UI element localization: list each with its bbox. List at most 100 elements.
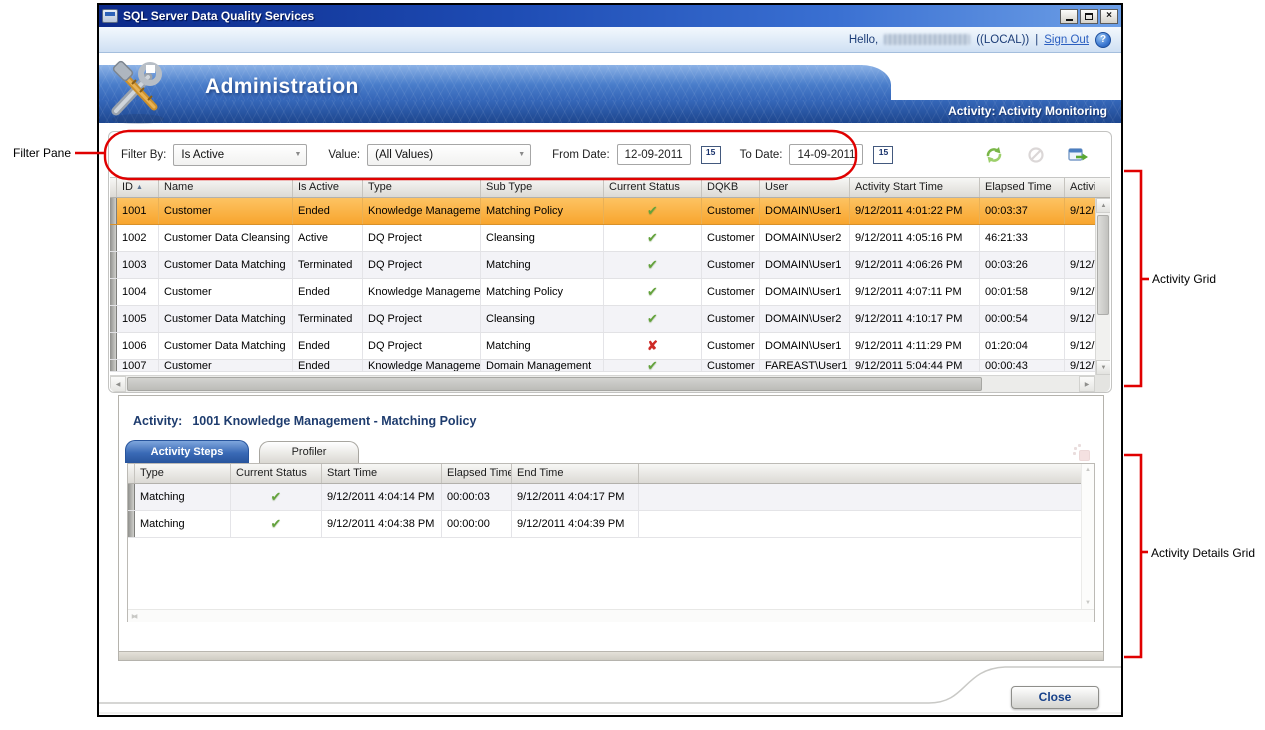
scroll-up-arrow-icon[interactable]: ▲ [1082,464,1094,476]
column-header-is-active[interactable]: Is Active [293,178,363,197]
column-header-user[interactable]: User [760,178,850,197]
tools-icon [102,57,174,134]
horizontal-scrollbar[interactable]: ◀ ▶ [110,375,1095,392]
column-header-elapsed-time[interactable]: Elapsed Time [442,464,512,483]
grid-cell: DOMAIN\User1 [760,198,850,224]
to-calendar-icon[interactable]: 15 [873,146,893,164]
grid-cell: ✔ [231,511,322,537]
scrollbar-thumb[interactable] [127,377,982,391]
column-header-activity[interactable]: Activity [1065,178,1095,197]
grid-cell: ✔ [604,225,702,251]
status-ok-icon: ✔ [647,203,658,219]
activity-grid: ID▲NameIs ActiveTypeSub TypeCurrent Stat… [110,177,1110,392]
grid-row-1007[interactable]: 1007CustomerEndedKnowledge ManagementDom… [110,360,1095,372]
grid-cell: 9/12/20 [1065,252,1095,278]
activity-toolbar [983,145,1099,165]
grid-cell: DQ Project [363,252,481,278]
column-header-activity-start-time[interactable]: Activity Start Time [850,178,980,197]
scroll-right-arrow-icon[interactable]: ▶ [128,610,140,622]
grid-cell: Knowledge Management [363,360,481,371]
restore-button[interactable] [1080,9,1098,24]
app-icon [102,9,118,23]
grid-cell: Matching Policy [481,198,604,224]
tab-activity-steps[interactable]: Activity Steps [125,440,249,463]
help-icon[interactable]: ? [1095,32,1111,48]
scroll-right-arrow-icon[interactable]: ▶ [1079,376,1095,392]
grid-cell: 9/12/2011 4:04:14 PM [322,484,442,510]
grid-row-0[interactable]: Matching✔9/12/2011 4:04:14 PM00:00:039/1… [128,484,1094,511]
details-vertical-scrollbar[interactable]: ▲ ▼ [1081,464,1094,609]
tab-profiler[interactable]: Profiler [259,441,359,463]
scrollbar-corner [1095,375,1110,392]
screenshot-canvas: Filter Pane Activity Grid Activity Detai… [0,0,1265,730]
grid-row-1002[interactable]: 1002Customer Data CleansingActiveDQ Proj… [110,225,1095,252]
scrollbar-thumb[interactable] [1097,215,1109,315]
grid-cell: 9/12/2011 4:11:29 PM [850,333,980,359]
column-header-elapsed-time[interactable]: Elapsed Time [980,178,1065,197]
row-indicator [110,225,117,251]
grid-row-1005[interactable]: 1005Customer Data MatchingTerminatedDQ P… [110,306,1095,333]
column-header-current-status[interactable]: Current Status [604,178,702,197]
grid-cell: 00:00:43 [980,360,1065,371]
scroll-down-arrow-icon[interactable]: ▼ [1082,597,1094,609]
grid-row-1[interactable]: Matching✔9/12/2011 4:04:38 PM00:00:009/1… [128,511,1094,538]
close-window-button[interactable]: × [1100,9,1118,24]
grid-row-1006[interactable]: 1006Customer Data MatchingEndedDQ Projec… [110,333,1095,360]
column-header-start-time[interactable]: Start Time [322,464,442,483]
filter-pane: Filter By: Is Active ▼ Value: (All Value… [109,132,1111,177]
column-header-sub-type[interactable]: Sub Type [481,178,604,197]
grid-cell: Knowledge Management [363,279,481,305]
column-header-id[interactable]: ID▲ [117,178,159,197]
vertical-scrollbar[interactable]: ▲ ▼ [1095,198,1110,375]
activity-details-grid: TypeCurrent StatusStart TimeElapsed Time… [127,463,1095,622]
close-button[interactable]: Close [1011,686,1099,709]
grid-cell: Ended [293,279,363,305]
scroll-up-arrow-icon[interactable]: ▲ [1096,198,1110,213]
column-header-dqkb[interactable]: DQKB [702,178,760,197]
details-horizontal-scrollbar[interactable]: ◀ ▶ [128,609,1094,622]
minimize-button[interactable] [1060,9,1078,24]
from-calendar-icon[interactable]: 15 [701,146,721,164]
column-header-current-status[interactable]: Current Status [231,464,322,483]
column-header-name[interactable]: Name [159,178,293,197]
grid-cell: Cleansing [481,225,604,251]
filter-by-select[interactable]: Is Active ▼ [173,144,307,166]
details-body: Matching✔9/12/2011 4:04:14 PM00:00:039/1… [128,484,1094,538]
refresh-icon[interactable] [983,145,1005,165]
grid-cell: 1003 [117,252,159,278]
grid-cell: 00:00:00 [442,511,512,537]
grid-cell: 00:00:54 [980,306,1065,332]
grid-cell: Customer [702,306,760,332]
scroll-down-arrow-icon[interactable]: ▼ [1096,360,1110,375]
grid-cell: Customer Data Matching [159,306,293,332]
grid-row-1003[interactable]: 1003Customer Data MatchingTerminatedDQ P… [110,252,1095,279]
grid-cell: Customer [702,225,760,251]
grid-cell: Matching [481,333,604,359]
grid-row-1004[interactable]: 1004CustomerEndedKnowledge ManagementMat… [110,279,1095,306]
scroll-left-arrow-icon[interactable]: ◀ [110,376,126,392]
to-date-input[interactable]: 14-09-2011 [789,144,863,165]
grid-cell: Domain Management [481,360,604,371]
chevron-down-icon: ▼ [288,151,301,158]
grid-row-1001[interactable]: 1001CustomerEndedKnowledge ManagementMat… [110,198,1095,225]
local-label: ((LOCAL)) [976,34,1029,46]
grid-cell: 9/12/2011 4:04:38 PM [322,511,442,537]
sign-out-link[interactable]: Sign Out [1044,34,1089,46]
column-header-type[interactable]: Type [363,178,481,197]
grid-cell: Active [293,225,363,251]
grid-cell: DOMAIN\User2 [760,225,850,251]
status-fail-icon: ✘ [647,338,658,354]
grid-cell: Matching [135,484,231,510]
column-header-end-time[interactable]: End Time [512,464,639,483]
grid-cell: ✔ [604,252,702,278]
row-indicator [110,333,117,359]
grid-cell: Customer Data Matching [159,333,293,359]
from-date-input[interactable]: 12-09-2011 [617,144,691,165]
value-select[interactable]: (All Values) ▼ [367,144,531,166]
column-header-type[interactable]: Type [135,464,231,483]
export-icon[interactable] [1067,145,1089,165]
grid-cell: Ended [293,360,363,371]
column-header-[interactable] [639,464,1094,483]
grid-cell: 00:00:03 [442,484,512,510]
grid-cell: Matching [135,511,231,537]
